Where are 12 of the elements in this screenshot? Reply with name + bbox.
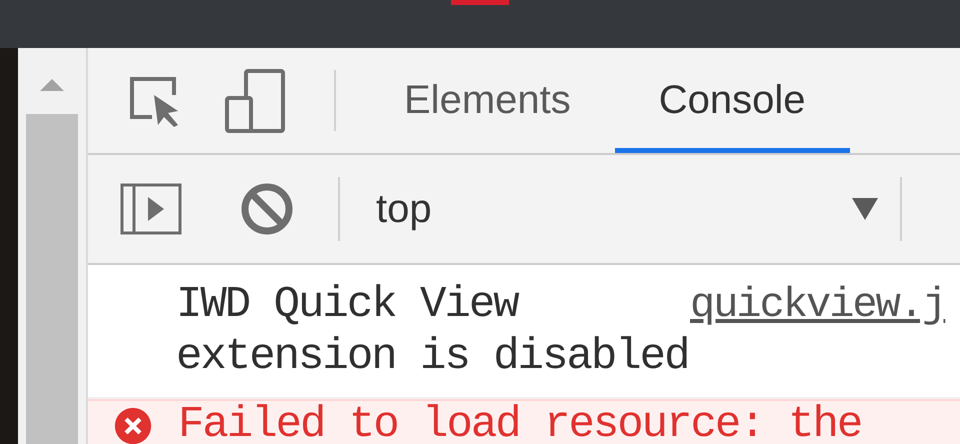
tab-indicator xyxy=(451,0,509,5)
error-icon xyxy=(114,407,152,444)
sidebar-toggle-icon[interactable] xyxy=(120,183,182,235)
device-toolbar-icon[interactable] xyxy=(224,68,286,134)
dropdown-caret-icon xyxy=(850,196,880,222)
clear-console-icon[interactable] xyxy=(240,182,294,236)
source-link[interactable]: quickview.j xyxy=(690,279,946,331)
panel-tab[interactable]: Elements xyxy=(360,48,615,153)
scrollbar[interactable] xyxy=(18,48,88,444)
scrollbar-thumb[interactable] xyxy=(26,114,78,444)
error-message: Failed to load resource: the xyxy=(178,405,862,444)
console-message: IWD Quick View extension is disabled xyxy=(176,279,690,383)
